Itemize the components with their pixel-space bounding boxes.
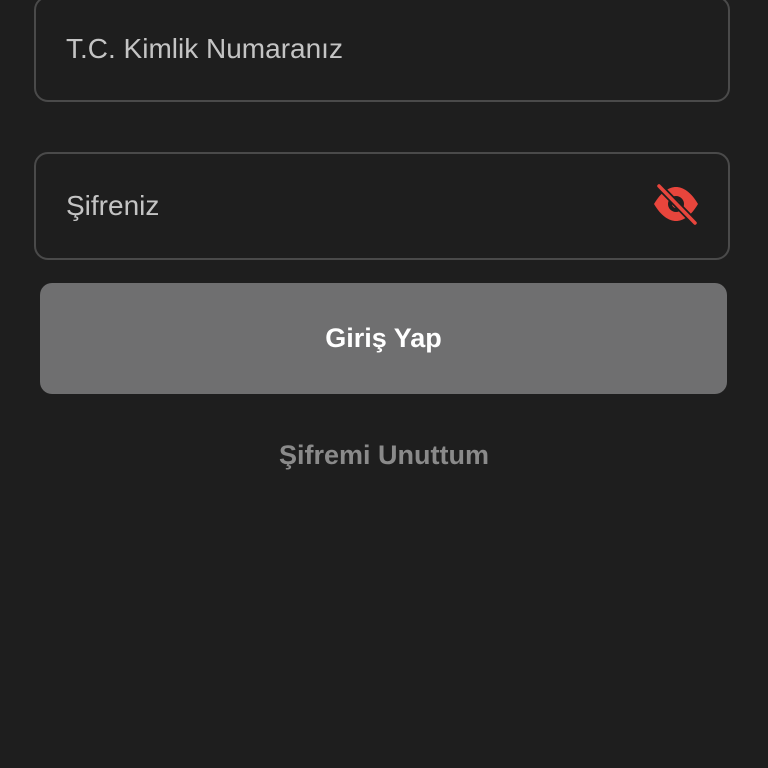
forgot-password-link[interactable]: Şifremi Unuttum <box>0 440 768 471</box>
password-visibility-toggle[interactable] <box>650 182 702 230</box>
tc-kimlik-input[interactable] <box>66 0 626 100</box>
eye-off-icon <box>652 182 700 230</box>
password-input[interactable] <box>66 154 626 258</box>
login-button[interactable]: Giriş Yap <box>40 283 727 394</box>
forgot-password-label: Şifremi Unuttum <box>278 440 489 470</box>
tc-kimlik-field[interactable] <box>34 0 730 102</box>
login-button-label: Giriş Yap <box>325 323 442 353</box>
password-field[interactable] <box>34 152 730 260</box>
